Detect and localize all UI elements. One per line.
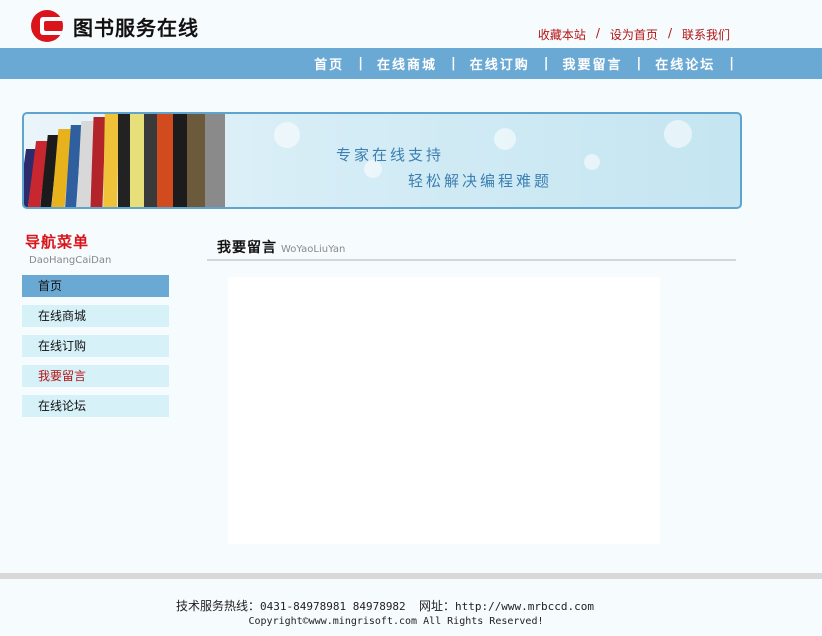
sidebar-heading-pinyin: DaoHangCaiDan — [29, 255, 112, 266]
url-label: 网址： — [418, 599, 455, 613]
sidebar-item-forum[interactable]: 在线论坛 — [22, 395, 169, 417]
sidebar-item-home[interactable]: 首页 — [22, 275, 169, 297]
message-content-area — [228, 277, 660, 544]
contact-link[interactable]: 联系我们 — [682, 26, 730, 43]
top-links: 收藏本站 / 设为首页 / 联系我们 — [538, 26, 730, 43]
footer-divider — [0, 573, 822, 579]
site-url[interactable]: http://www.mrbccd.com — [455, 600, 594, 613]
nav-item-message[interactable]: 我要留言 — [548, 54, 636, 73]
banner-slogan-1: 专家在线支持 — [336, 146, 445, 164]
decorative-bubble — [494, 128, 516, 150]
nav-item-mall[interactable]: 在线商城 — [363, 54, 451, 73]
book-stack-image — [24, 114, 244, 207]
link-separator: / — [667, 26, 672, 40]
title-divider — [207, 259, 736, 261]
page-title-pinyin: WoYaoLiuYan — [281, 244, 346, 255]
nav-item-forum[interactable]: 在线论坛 — [641, 54, 729, 73]
sidebar-item-mall[interactable]: 在线商城 — [22, 305, 169, 327]
sidebar-menu: 首页 在线商城 在线订购 我要留言 在线论坛 — [22, 275, 169, 425]
sidebar-item-order[interactable]: 在线订购 — [22, 335, 169, 357]
book-logo-icon — [31, 10, 63, 42]
hotline-numbers: 0431-84978981 84978982 — [259, 600, 406, 613]
main-nav: 首页 | 在线商城 | 在线订购 | 我要留言 | 在线论坛 | — [0, 48, 822, 79]
nav-item-home[interactable]: 首页 — [300, 54, 358, 73]
nav-separator: | — [729, 56, 734, 71]
bookmark-link[interactable]: 收藏本站 — [538, 26, 586, 43]
nav-item-order[interactable]: 在线订购 — [456, 54, 544, 73]
site-title: 图书服务在线 — [73, 15, 199, 40]
footer-copyright: Copyright©www.mingrisoft.com All Rights … — [248, 616, 544, 627]
sidebar-heading: 导航菜单 — [25, 233, 90, 251]
banner-slogan-2: 轻松解决编程难题 — [408, 172, 553, 190]
decorative-bubble — [584, 154, 600, 170]
hero-banner: 专家在线支持 轻松解决编程难题 — [22, 112, 742, 209]
page-title: 我要留言 WoYaoLiuYan — [217, 237, 345, 257]
site-logo[interactable]: 图书服务在线 — [31, 8, 199, 44]
set-homepage-link[interactable]: 设为首页 — [610, 26, 658, 43]
sidebar-item-message[interactable]: 我要留言 — [22, 365, 169, 387]
footer-contact: 技术服务热线：0431-84978981 84978982 网址：http://… — [0, 597, 770, 614]
decorative-bubble — [274, 122, 300, 148]
link-separator: / — [595, 26, 600, 40]
hotline-label: 技术服务热线： — [175, 599, 260, 613]
page-title-text: 我要留言 — [217, 240, 277, 256]
decorative-bubble — [664, 120, 692, 148]
